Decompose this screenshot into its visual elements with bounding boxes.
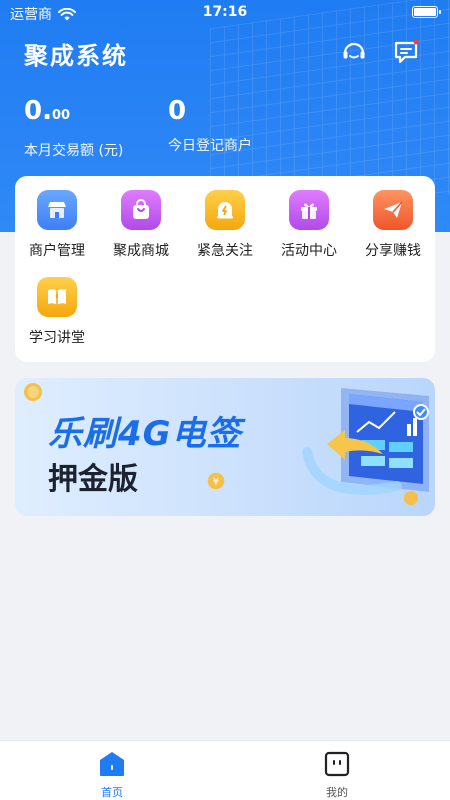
today-merchants-value: 0 <box>168 96 187 126</box>
banner-title: 乐刷4G电签 <box>48 414 242 454</box>
menu-label: 学习讲堂 <box>29 330 85 346</box>
menu-item-mall[interactable]: 聚成商城 <box>99 176 183 260</box>
bottom-tab-bar: 首页 我的 <box>0 740 450 800</box>
promo-banner[interactable]: ¥ 乐刷4G电签 押金版 <box>15 378 435 516</box>
monthly-volume-decimal: 00 <box>51 108 71 123</box>
monthly-volume-stat: 0.00 本月交易额 (元) <box>24 96 123 160</box>
today-merchants-stat: 0 今日登记商户 <box>168 96 252 155</box>
menu-label: 商户管理 <box>29 243 85 259</box>
tab-mine[interactable]: 我的 <box>297 751 377 800</box>
menu-item-urgent-attention[interactable]: 紧急关注 <box>183 176 267 260</box>
banner-dashboard-illustration <box>302 388 429 505</box>
function-menu-card: 商户管理 聚成商城 紧急关注 活动中心 分享赚钱 学习讲堂 <box>15 176 435 362</box>
battery-icon <box>412 6 441 18</box>
message-icon[interactable] <box>392 38 420 66</box>
menu-label: 紧急关注 <box>197 243 253 259</box>
banner-subtitle: 押金版 <box>48 462 138 497</box>
monthly-volume-main: 0. <box>24 96 52 126</box>
app-title: 聚成系统 <box>24 41 128 70</box>
svg-text:¥: ¥ <box>213 477 219 488</box>
menu-item-share-earn[interactable]: 分享赚钱 <box>351 176 435 260</box>
menu-item-activity-center[interactable]: 活动中心 <box>267 176 351 260</box>
menu-label: 活动中心 <box>281 243 337 259</box>
profile-icon <box>324 751 350 777</box>
menu-item-learning[interactable]: 学习讲堂 <box>15 263 99 347</box>
monthly-volume-value: 0.00 <box>24 96 123 131</box>
home-icon <box>100 752 124 776</box>
today-merchants-label: 今日登记商户 <box>168 138 252 154</box>
shopping-bag-icon <box>121 190 161 230</box>
send-icon <box>373 190 413 230</box>
status-time: 17:16 <box>202 4 248 20</box>
tab-mine-label: 我的 <box>326 786 348 799</box>
menu-label: 聚成商城 <box>113 243 169 259</box>
monthly-volume-label: 本月交易额 (元) <box>24 143 124 159</box>
store-icon <box>37 190 77 230</box>
book-icon <box>37 277 77 317</box>
gift-icon <box>289 190 329 230</box>
status-bar: 运营商 17:16 <box>0 0 450 26</box>
tab-home[interactable]: 首页 <box>72 751 152 800</box>
banner-coin-icon: ¥ <box>207 472 225 490</box>
alert-bell-icon <box>205 190 245 230</box>
customer-service-icon[interactable] <box>340 38 368 66</box>
menu-label: 分享赚钱 <box>365 243 421 259</box>
tab-home-label: 首页 <box>101 786 123 799</box>
menu-item-merchant-management[interactable]: 商户管理 <box>15 176 99 260</box>
banner-coin-icon <box>24 383 42 401</box>
